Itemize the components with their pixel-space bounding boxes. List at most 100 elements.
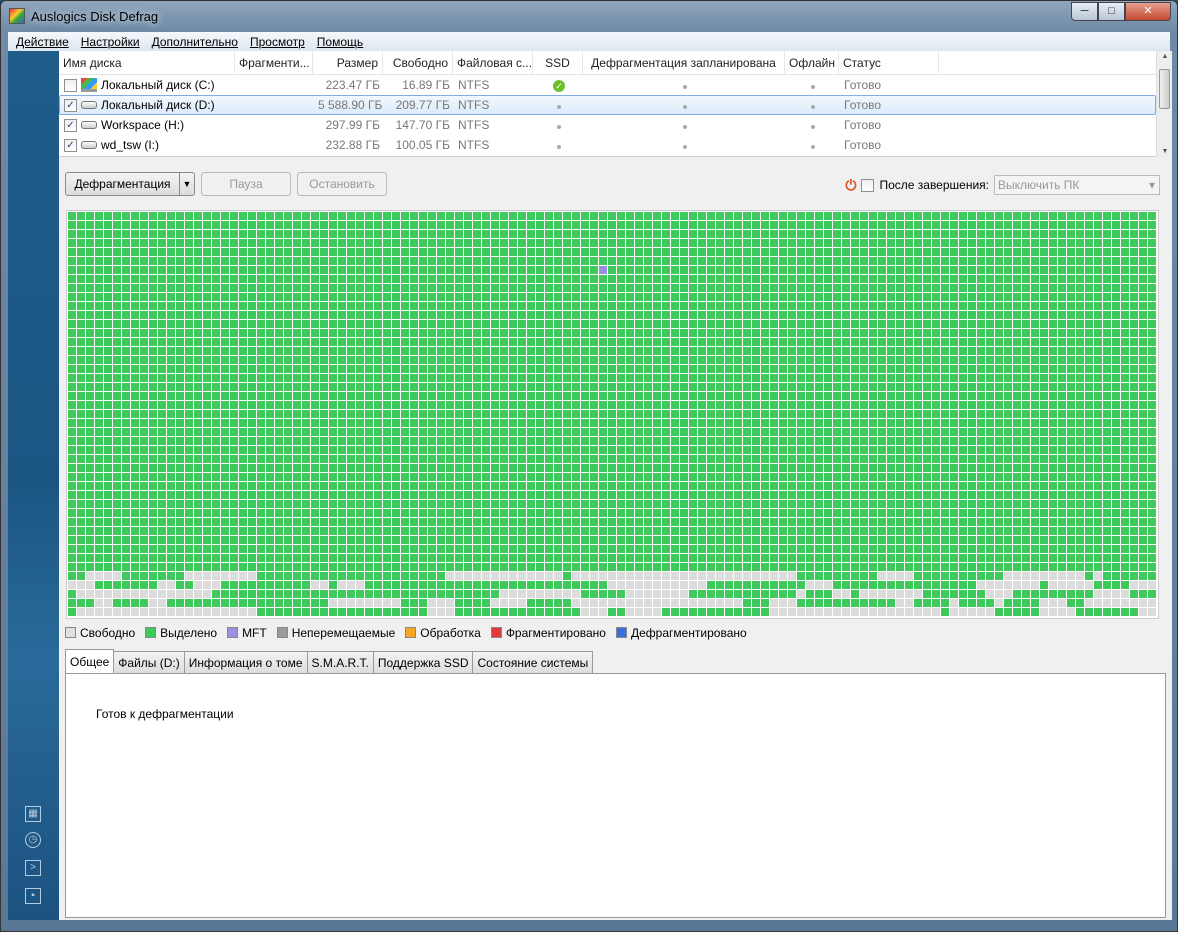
- scrollbar-thumb[interactable]: [1159, 69, 1170, 109]
- col-fs[interactable]: Файловая с...: [453, 51, 533, 74]
- cluster-block: [581, 356, 590, 365]
- maximize-button[interactable]: □: [1098, 2, 1125, 21]
- disk-row[interactable]: ✓ wd_tsw (I:) 232.88 ГБ 100.05 ГБ NTFS Го…: [59, 135, 1156, 155]
- menu-help[interactable]: Помощь: [317, 35, 363, 49]
- cluster-block: [185, 284, 194, 293]
- cluster-block: [284, 302, 293, 311]
- cluster-block: [986, 284, 995, 293]
- cluster-block: [338, 383, 347, 392]
- menu-action[interactable]: Действие: [16, 35, 69, 49]
- cluster-block: [509, 428, 518, 437]
- cluster-block: [1139, 311, 1148, 320]
- cluster-block: [473, 419, 482, 428]
- cluster-block: [905, 356, 914, 365]
- pause-button[interactable]: Пауза: [201, 172, 291, 196]
- cluster-block: [662, 212, 671, 221]
- cluster-block: [383, 518, 392, 527]
- cluster-block: [464, 464, 473, 473]
- cluster-block: [905, 545, 914, 554]
- disk-row[interactable]: ✓ Локальный диск (D:) 5 588.90 ГБ 209.77 …: [59, 95, 1156, 115]
- cluster-map-icon[interactable]: ▦: [25, 806, 41, 822]
- cluster-block: [932, 347, 941, 356]
- terminal-icon[interactable]: >: [25, 860, 41, 876]
- defrag-dropdown-chevron-icon[interactable]: ▼: [179, 172, 195, 196]
- menu-advanced[interactable]: Дополнительно: [152, 35, 238, 49]
- cluster-block: [644, 491, 653, 500]
- cluster-block: [914, 482, 923, 491]
- cluster-block: [869, 248, 878, 257]
- cluster-block: [887, 383, 896, 392]
- cluster-block: [689, 509, 698, 518]
- cluster-block: [590, 482, 599, 491]
- menu-settings[interactable]: Настройки: [81, 35, 140, 49]
- disk-list-scrollbar[interactable]: ▲ ▼: [1156, 51, 1172, 157]
- disk-checkbox[interactable]: ✓: [64, 98, 77, 112]
- cluster-block: [1067, 437, 1076, 446]
- cluster-block: [347, 401, 356, 410]
- cluster-block: [563, 536, 572, 545]
- cluster-block: [842, 446, 851, 455]
- cluster-block: [221, 500, 230, 509]
- cluster-block: [221, 410, 230, 419]
- disk-checkbox[interactable]: ✓: [64, 138, 77, 152]
- ssd-icon[interactable]: ▪: [25, 888, 41, 904]
- cluster-block: [635, 563, 644, 572]
- cluster-block: [563, 248, 572, 257]
- cluster-block: [608, 266, 617, 275]
- after-completion-select[interactable]: Выключить ПК: [994, 175, 1160, 195]
- disk-row[interactable]: ✓ Workspace (H:) 297.99 ГБ 147.70 ГБ NTFS…: [59, 115, 1156, 135]
- disk-row[interactable]: Локальный диск (C:) 223.47 ГБ 16.89 ГБ N…: [59, 75, 1156, 95]
- col-name[interactable]: Имя диска: [59, 51, 235, 74]
- cluster-block: [977, 212, 986, 221]
- col-fragmented[interactable]: Фрагменти...: [235, 51, 313, 74]
- cluster-block: [536, 518, 545, 527]
- cluster-block: [923, 446, 932, 455]
- clock-icon[interactable]: ◷: [25, 832, 41, 848]
- cluster-block: [1058, 338, 1067, 347]
- cluster-block: [824, 347, 833, 356]
- cluster-block: [374, 401, 383, 410]
- cluster-block: [347, 311, 356, 320]
- cluster-block: [221, 374, 230, 383]
- col-status[interactable]: Статус: [839, 51, 939, 74]
- cluster-block: [806, 563, 815, 572]
- cluster-block: [122, 419, 131, 428]
- disk-checkbox[interactable]: [64, 78, 77, 92]
- cluster-block: [194, 554, 203, 563]
- col-ssd[interactable]: SSD: [533, 51, 583, 74]
- cluster-block: [1049, 257, 1058, 266]
- after-completion-checkbox[interactable]: [861, 178, 875, 192]
- stop-button[interactable]: Остановить: [297, 172, 387, 196]
- col-offline[interactable]: Офлайн: [785, 51, 839, 74]
- cluster-block: [824, 338, 833, 347]
- drive-icon: [81, 141, 97, 149]
- cluster-block: [275, 527, 284, 536]
- col-size[interactable]: Размер: [313, 51, 383, 74]
- col-scheduled[interactable]: Дефрагментация запланирована: [583, 51, 785, 74]
- cluster-block: [284, 509, 293, 518]
- menu-view[interactable]: Просмотр: [250, 35, 305, 49]
- cluster-block: [608, 428, 617, 437]
- cluster-block: [68, 428, 77, 437]
- cluster-block: [221, 239, 230, 248]
- cluster-block: [284, 266, 293, 275]
- cluster-block: [797, 275, 806, 284]
- cluster-block: [1103, 257, 1112, 266]
- cluster-block: [572, 365, 581, 374]
- cluster-block: [581, 293, 590, 302]
- cluster-block: [275, 356, 284, 365]
- cluster-block: [815, 293, 824, 302]
- cluster-block: [230, 383, 239, 392]
- cluster-block: [320, 392, 329, 401]
- defrag-button[interactable]: Дефрагментация: [65, 172, 180, 196]
- cluster-block: [77, 500, 86, 509]
- disk-checkbox[interactable]: ✓: [64, 118, 77, 132]
- cluster-block: [689, 518, 698, 527]
- minimize-button[interactable]: ─: [1071, 2, 1098, 21]
- scroll-down-icon[interactable]: ▼: [1157, 148, 1173, 155]
- cluster-block: [860, 428, 869, 437]
- disk-ssd: ✓: [534, 78, 584, 92]
- close-button[interactable]: ✕: [1125, 2, 1171, 21]
- scroll-up-icon[interactable]: ▲: [1157, 53, 1173, 60]
- col-free[interactable]: Свободно: [383, 51, 453, 74]
